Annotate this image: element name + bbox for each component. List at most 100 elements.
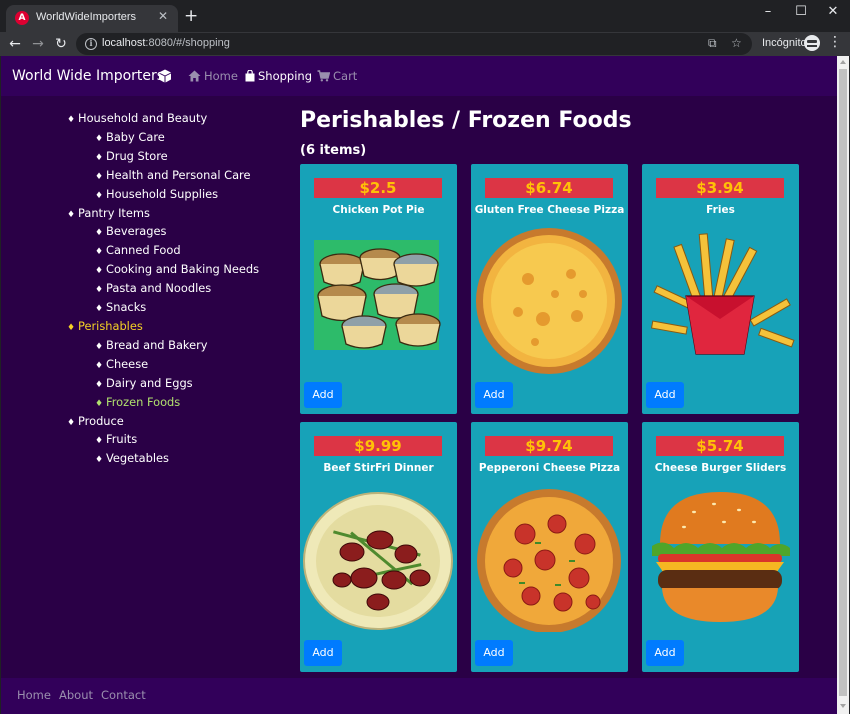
add-to-cart-button[interactable]: Add bbox=[646, 382, 684, 408]
diamond-bullet-icon: ♦ bbox=[95, 436, 104, 447]
price-badge: $6.74 bbox=[485, 178, 613, 198]
browser-tab[interactable]: A WorldWideImporters ✕ bbox=[6, 5, 178, 32]
diamond-bullet-icon: ♦ bbox=[95, 379, 104, 390]
subcategory-frozen-foods[interactable]: ♦ Frozen Foods bbox=[67, 394, 297, 413]
product-card: $2.5 Chicken Pot Pie Add bbox=[300, 164, 457, 414]
beef-stirfry-image bbox=[303, 492, 453, 630]
scroll-up-arrow-icon[interactable] bbox=[840, 60, 846, 64]
brand-link[interactable]: World Wide Importers bbox=[12, 68, 164, 84]
add-to-cart-button[interactable]: Add bbox=[304, 640, 342, 666]
price-badge: $5.74 bbox=[656, 436, 784, 456]
shopping-bag-icon bbox=[245, 70, 255, 82]
product-name: Gluten Free Cheese Pizza bbox=[474, 204, 625, 216]
subcategory-bread-and-bakery[interactable]: ♦ Bread and Bakery bbox=[67, 337, 297, 356]
category-household-and-beauty[interactable]: ♦ Household and Beauty bbox=[67, 110, 297, 129]
nav-cart-link[interactable]: Cart bbox=[317, 69, 357, 83]
product-card: $6.74 Gluten Free Cheese Pizza Add bbox=[471, 164, 628, 414]
subcategory-health-and-personal-care[interactable]: ♦ Health and Personal Care bbox=[67, 167, 297, 186]
add-to-cart-button[interactable]: Add bbox=[646, 640, 684, 666]
subcategory-fruits[interactable]: ♦ Fruits bbox=[67, 431, 297, 450]
forward-icon[interactable]: → bbox=[28, 34, 48, 54]
reload-icon[interactable]: ↻ bbox=[51, 34, 71, 54]
subcategory-cheese[interactable]: ♦ Cheese bbox=[67, 356, 297, 375]
diamond-bullet-icon: ♦ bbox=[95, 190, 104, 201]
subcategory-pasta-and-noodles[interactable]: ♦ Pasta and Noodles bbox=[67, 280, 297, 299]
url-text[interactable]: localhost:8080/#/shopping bbox=[102, 37, 230, 49]
burger-image bbox=[652, 492, 790, 622]
add-to-cart-button[interactable]: Add bbox=[475, 382, 513, 408]
nav-shopping-link[interactable]: Shopping bbox=[245, 69, 312, 83]
top-navbar: World Wide Importers Home Shopping Cart bbox=[1, 56, 837, 96]
diamond-bullet-icon: ♦ bbox=[95, 247, 104, 258]
product-card: $9.74 Pepperoni Cheese Pizza Add bbox=[471, 422, 628, 672]
footer-about-link[interactable]: About bbox=[59, 688, 93, 702]
page-scrollbar[interactable] bbox=[837, 56, 849, 714]
site-info-icon[interactable]: i bbox=[85, 38, 97, 50]
subcategory-drug-store[interactable]: ♦ Drug Store bbox=[67, 148, 297, 167]
fries-image bbox=[650, 233, 795, 355]
scrollbar-thumb[interactable] bbox=[839, 69, 847, 696]
product-name: Chicken Pot Pie bbox=[332, 204, 425, 216]
diamond-bullet-icon: ♦ bbox=[95, 455, 104, 466]
cube-icon bbox=[159, 69, 171, 83]
footer-home-link[interactable]: Home bbox=[17, 688, 51, 702]
subcategory-snacks[interactable]: ♦ Snacks bbox=[67, 299, 297, 318]
product-name: Cheese Burger Sliders bbox=[654, 462, 787, 474]
category-perishables[interactable]: ♦ Perishables bbox=[67, 318, 297, 337]
diamond-bullet-icon: ♦ bbox=[95, 360, 104, 371]
cart-icon bbox=[317, 70, 330, 82]
category-pantry-items[interactable]: ♦ Pantry Items bbox=[67, 205, 297, 224]
diamond-bullet-icon: ♦ bbox=[95, 341, 104, 352]
minimize-icon[interactable]: – bbox=[753, 4, 783, 19]
tab-close-icon[interactable]: ✕ bbox=[158, 9, 168, 23]
browser-toolbar: ← → ↻ i localhost:8080/#/shopping ⧉ ☆ In… bbox=[0, 32, 850, 56]
maximize-icon[interactable]: ☐ bbox=[786, 4, 816, 19]
incognito-label: Incógnito bbox=[762, 37, 807, 49]
add-to-cart-button[interactable]: Add bbox=[304, 382, 342, 408]
diamond-bullet-icon: ♦ bbox=[95, 228, 104, 239]
diamond-bullet-icon: ♦ bbox=[95, 133, 104, 144]
subcategory-household-supplies[interactable]: ♦ Household Supplies bbox=[67, 186, 297, 205]
diamond-bullet-icon: ♦ bbox=[95, 304, 104, 315]
item-count: (6 items) bbox=[300, 143, 367, 158]
diamond-bullet-icon: ♦ bbox=[67, 417, 76, 428]
bookmark-star-icon[interactable]: ☆ bbox=[731, 36, 742, 50]
subcategory-dairy-and-eggs[interactable]: ♦ Dairy and Eggs bbox=[67, 375, 297, 394]
add-to-cart-button[interactable]: Add bbox=[475, 640, 513, 666]
subcategory-beverages[interactable]: ♦ Beverages bbox=[67, 223, 297, 242]
tab-title: WorldWideImporters bbox=[36, 11, 137, 23]
cheese-pizza-image bbox=[476, 228, 622, 374]
product-name: Fries bbox=[706, 204, 735, 216]
footer-contact-link[interactable]: Contact bbox=[101, 688, 146, 702]
diamond-bullet-icon: ♦ bbox=[95, 398, 104, 409]
diamond-bullet-icon: ♦ bbox=[95, 171, 104, 182]
diamond-bullet-icon: ♦ bbox=[95, 285, 104, 296]
scroll-down-arrow-icon[interactable] bbox=[840, 704, 846, 708]
back-icon[interactable]: ← bbox=[5, 34, 25, 54]
subcategory-canned-food[interactable]: ♦ Canned Food bbox=[67, 242, 297, 261]
browser-titlebar: A WorldWideImporters ✕ + – ☐ ✕ bbox=[0, 0, 850, 32]
address-bar[interactable]: i localhost:8080/#/shopping ⧉ ☆ bbox=[76, 33, 752, 55]
nav-home-link[interactable]: Home bbox=[188, 69, 238, 83]
new-tab-icon[interactable]: + bbox=[184, 6, 198, 26]
pepperoni-pizza-image bbox=[477, 489, 621, 632]
close-window-icon[interactable]: ✕ bbox=[818, 4, 848, 19]
subcategory-baby-care[interactable]: ♦ Baby Care bbox=[67, 129, 297, 148]
diamond-bullet-icon: ♦ bbox=[95, 152, 104, 163]
diamond-bullet-icon: ♦ bbox=[67, 115, 76, 125]
subcategory-vegetables[interactable]: ♦ Vegetables bbox=[67, 450, 297, 469]
page-title: Perishables / Frozen Foods bbox=[300, 108, 632, 133]
product-name: Beef StirFri Dinner bbox=[323, 462, 434, 474]
subcategory-cooking-and-baking[interactable]: ♦ Cooking and Baking Needs bbox=[67, 261, 297, 280]
diamond-bullet-icon: ♦ bbox=[67, 322, 76, 333]
product-name: Pepperoni Cheese Pizza bbox=[478, 462, 621, 474]
product-card: $3.94 Fries Add bbox=[642, 164, 799, 414]
home-icon bbox=[188, 70, 201, 82]
category-produce[interactable]: ♦ Produce bbox=[67, 413, 297, 432]
price-badge: $9.74 bbox=[485, 436, 613, 456]
translate-icon[interactable]: ⧉ bbox=[708, 36, 717, 51]
browser-menu-icon[interactable]: ⋮ bbox=[828, 34, 842, 50]
incognito-icon[interactable] bbox=[804, 35, 820, 51]
price-badge: $3.94 bbox=[656, 178, 784, 198]
diamond-bullet-icon: ♦ bbox=[95, 266, 104, 277]
